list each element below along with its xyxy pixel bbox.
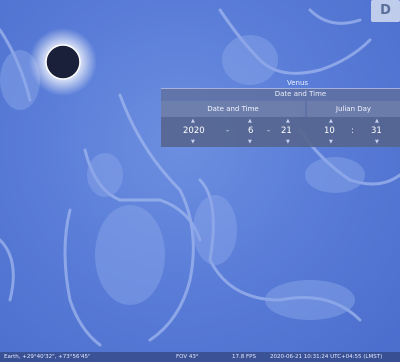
eclipsed-sun-disc[interactable] bbox=[45, 44, 81, 80]
date-time-dialog: Date and Time Date and Time Julian Day ▲… bbox=[161, 88, 400, 147]
dialog-title: Date and Time bbox=[274, 90, 327, 98]
menu-toggle-button[interactable]: D bbox=[371, 0, 400, 22]
minute-field[interactable]: 31 bbox=[371, 126, 382, 136]
month-field[interactable]: 6 bbox=[248, 126, 253, 136]
sky-view[interactable] bbox=[0, 0, 400, 362]
status-bar: Earth, +29°40'32", +73°56'45" FOV 43° 17… bbox=[0, 352, 400, 362]
status-location: Earth, +29°40'32", +73°56'45" bbox=[4, 354, 91, 360]
tab-date-and-time[interactable]: Date and Time bbox=[161, 101, 305, 117]
tab-bar: Date and Time Julian Day bbox=[161, 101, 400, 117]
minute-up-arrow-icon[interactable]: ▲ bbox=[375, 118, 379, 124]
month-down-arrow-icon[interactable]: ▼ bbox=[248, 139, 252, 145]
date-separator: - bbox=[267, 126, 271, 136]
status-fov: FOV 43° bbox=[176, 354, 199, 360]
year-up-arrow-icon[interactable]: ▲ bbox=[191, 118, 195, 124]
hour-field[interactable]: 10 bbox=[324, 126, 335, 136]
date-time-fields: ▲ 2020 ▼ - ▲ 6 ▼ - ▲ 21 ▼ ▲ 10 ▼ : ▲ 31 … bbox=[161, 117, 400, 147]
month-up-arrow-icon[interactable]: ▲ bbox=[248, 118, 252, 124]
hour-down-arrow-icon[interactable]: ▼ bbox=[329, 139, 333, 145]
day-field[interactable]: 21 bbox=[281, 126, 292, 136]
year-field[interactable]: 2020 bbox=[183, 126, 205, 136]
tab-julian-day[interactable]: Julian Day bbox=[307, 101, 400, 117]
date-separator: - bbox=[226, 126, 230, 136]
status-fps: 17.8 FPS bbox=[232, 354, 256, 360]
time-separator: : bbox=[351, 126, 354, 136]
day-up-arrow-icon[interactable]: ▲ bbox=[286, 118, 290, 124]
minute-down-arrow-icon[interactable]: ▼ bbox=[375, 139, 379, 145]
year-down-arrow-icon[interactable]: ▼ bbox=[191, 139, 195, 145]
hour-up-arrow-icon[interactable]: ▲ bbox=[329, 118, 333, 124]
venus-label[interactable]: Venus bbox=[287, 79, 308, 87]
status-datetime: 2020-06-21 10:31:24 UTC+04:55 (LMST) bbox=[270, 354, 383, 360]
day-down-arrow-icon[interactable]: ▼ bbox=[286, 139, 290, 145]
